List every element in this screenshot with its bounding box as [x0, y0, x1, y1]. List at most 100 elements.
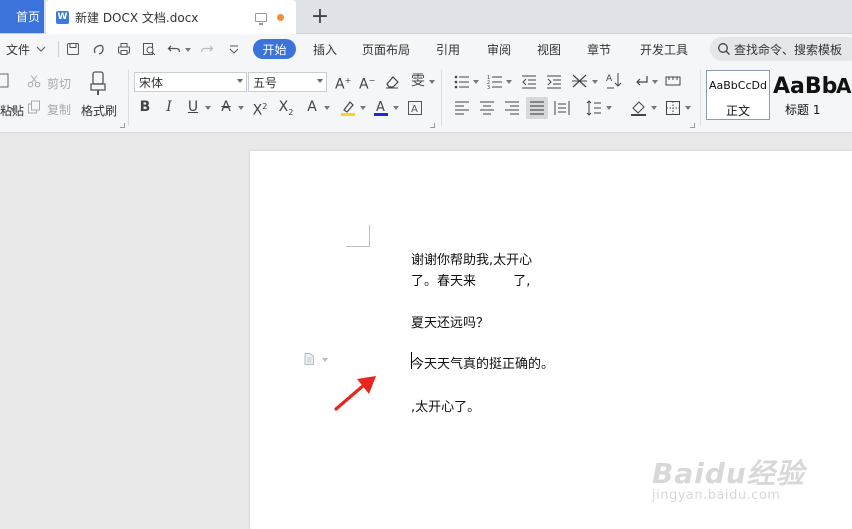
- shrink-font-icon[interactable]: A−: [359, 73, 375, 93]
- show-paragraph-marks-icon[interactable]: [633, 74, 649, 88]
- undo-icon[interactable]: [167, 42, 181, 56]
- monitor-icon[interactable]: [255, 12, 267, 25]
- tab-ruler-icon[interactable]: [665, 74, 681, 88]
- customize-toolbar-icon[interactable]: [227, 42, 241, 56]
- chinese-layout-dropdown-icon[interactable]: [592, 80, 598, 84]
- underline-dropdown-icon[interactable]: [205, 106, 211, 110]
- file-menu[interactable]: 文件: [6, 34, 46, 64]
- cut-button[interactable]: 剪切: [47, 75, 71, 92]
- text-effect-icon[interactable]: A: [305, 99, 319, 115]
- tab-developer[interactable]: 开发工具: [640, 34, 688, 64]
- font-color-icon[interactable]: A: [373, 99, 389, 117]
- borders-dropdown-icon[interactable]: [685, 106, 691, 110]
- new-tab-button[interactable]: +: [308, 2, 332, 30]
- text-caret: [411, 352, 412, 369]
- chevron-down-icon: [317, 79, 323, 83]
- format-painter-button[interactable]: 格式刷: [81, 102, 117, 119]
- svg-text:3: 3: [487, 85, 490, 90]
- font-size-select[interactable]: 五号: [248, 72, 327, 92]
- red-arrow-annotation: [334, 376, 376, 411]
- shading-dropdown-icon[interactable]: [651, 106, 657, 110]
- divider: [58, 41, 59, 57]
- menu-bar: 文件 开始 插入 页面布局 引用 审阅 视图 章节 开发工具 查找命令、搜索模板: [0, 34, 852, 64]
- decrease-indent-icon[interactable]: [521, 74, 537, 90]
- bullet-dropdown-icon[interactable]: [473, 80, 479, 84]
- underline-icon[interactable]: U: [186, 99, 200, 115]
- subscript-icon[interactable]: X2: [277, 99, 295, 121]
- character-border-icon[interactable]: A: [407, 100, 423, 116]
- paragraph-group-launcher-icon[interactable]: [690, 123, 695, 128]
- align-center-icon[interactable]: [479, 101, 495, 115]
- copy-button[interactable]: 复制: [47, 101, 71, 118]
- strikethrough-icon[interactable]: A: [219, 99, 233, 115]
- font-color-dropdown-icon[interactable]: [393, 106, 399, 110]
- justify-icon[interactable]: [529, 101, 545, 115]
- redo-icon[interactable]: [200, 42, 214, 56]
- font-name-select[interactable]: 宋体: [134, 72, 247, 92]
- font-size-value: 五号: [253, 75, 278, 90]
- clipboard-group-launcher-icon[interactable]: [120, 123, 125, 128]
- print-preview-icon[interactable]: [142, 42, 156, 56]
- numbered-list-icon[interactable]: 123: [487, 74, 503, 90]
- clear-format-icon[interactable]: [384, 74, 400, 90]
- copy-icon[interactable]: [27, 100, 41, 114]
- highlight-icon[interactable]: [340, 99, 356, 117]
- tab-references[interactable]: 引用: [436, 34, 460, 64]
- tab-insert[interactable]: 插入: [313, 34, 337, 64]
- tab-document[interactable]: W 新建 DOCX 文档.docx: [46, 0, 296, 34]
- chevron-down-icon: [237, 79, 243, 83]
- align-left-icon[interactable]: [454, 101, 470, 115]
- phonetic-dropdown-icon[interactable]: [429, 80, 435, 84]
- borders-icon[interactable]: [665, 100, 681, 116]
- tab-view[interactable]: 视图: [537, 34, 561, 64]
- doc-line-3[interactable]: 夏天还远吗？: [411, 312, 489, 331]
- increase-indent-icon[interactable]: [546, 74, 562, 90]
- doc-line-4[interactable]: 今天天气真的挺正确的。: [411, 353, 554, 372]
- tab-page-layout[interactable]: 页面布局: [362, 34, 410, 64]
- paste-dropdown-icon[interactable]: [10, 108, 16, 112]
- file-menu-label: 文件: [6, 42, 31, 57]
- chinese-layout-icon[interactable]: [571, 73, 589, 89]
- paragraph-options-icon[interactable]: [304, 353, 314, 365]
- numbering-dropdown-icon[interactable]: [506, 80, 512, 84]
- paragraph-marks-dropdown-icon[interactable]: [652, 80, 658, 84]
- style-normal[interactable]: AaBbCcDd 正文: [706, 70, 770, 120]
- superscript-icon[interactable]: X2: [252, 99, 268, 119]
- grow-font-icon[interactable]: A+: [335, 73, 351, 93]
- tab-section[interactable]: 章节: [587, 34, 611, 64]
- style-heading-2-partial[interactable]: A: [836, 74, 851, 98]
- tab-document-title: 新建 DOCX 文档.docx: [75, 10, 199, 25]
- highlight-dropdown-icon[interactable]: [360, 106, 366, 110]
- phonetic-guide-icon[interactable]: 雯: [410, 73, 426, 89]
- font-group-launcher-icon[interactable]: [430, 123, 435, 128]
- distribute-icon[interactable]: [554, 100, 570, 116]
- strikethrough-dropdown-icon[interactable]: [238, 106, 244, 110]
- format-painter-icon[interactable]: [88, 70, 108, 96]
- line-spacing-dropdown-icon[interactable]: [606, 106, 612, 110]
- paste-icon-partial[interactable]: [0, 72, 10, 88]
- line-spacing-icon[interactable]: [586, 100, 602, 116]
- print-icon[interactable]: [117, 42, 131, 56]
- doc-line-5[interactable]: ,太开心了。: [411, 396, 480, 415]
- shading-icon[interactable]: [630, 100, 648, 117]
- doc-line-1[interactable]: 谢谢你帮助我,太开心: [411, 249, 532, 268]
- tab-home[interactable]: 首页: [0, 0, 44, 33]
- tab-review[interactable]: 审阅: [487, 34, 511, 64]
- tab-strip: 首页 W 新建 DOCX 文档.docx +: [0, 0, 852, 34]
- doc-line-2[interactable]: 了。春天来 了,: [411, 270, 530, 289]
- text-effect-dropdown-icon[interactable]: [324, 106, 330, 110]
- undo-dropdown-icon[interactable]: [185, 48, 191, 52]
- paragraph-options-dropdown-icon[interactable]: [322, 358, 328, 362]
- style-heading-1[interactable]: AaBb 标题 1: [773, 70, 845, 120]
- sort-icon[interactable]: A: [606, 72, 622, 90]
- italic-icon[interactable]: I: [162, 99, 176, 115]
- command-search[interactable]: 查找命令、搜索模板: [710, 37, 852, 61]
- save-icon[interactable]: [66, 42, 80, 56]
- align-right-icon[interactable]: [504, 101, 520, 115]
- tab-home-ribbon[interactable]: 开始: [253, 39, 296, 59]
- output-pdf-icon[interactable]: [92, 42, 106, 56]
- scissors-icon[interactable]: [27, 74, 41, 88]
- bold-icon[interactable]: B: [138, 99, 152, 115]
- bullet-list-icon[interactable]: [454, 74, 470, 90]
- svg-text:A: A: [606, 74, 613, 84]
